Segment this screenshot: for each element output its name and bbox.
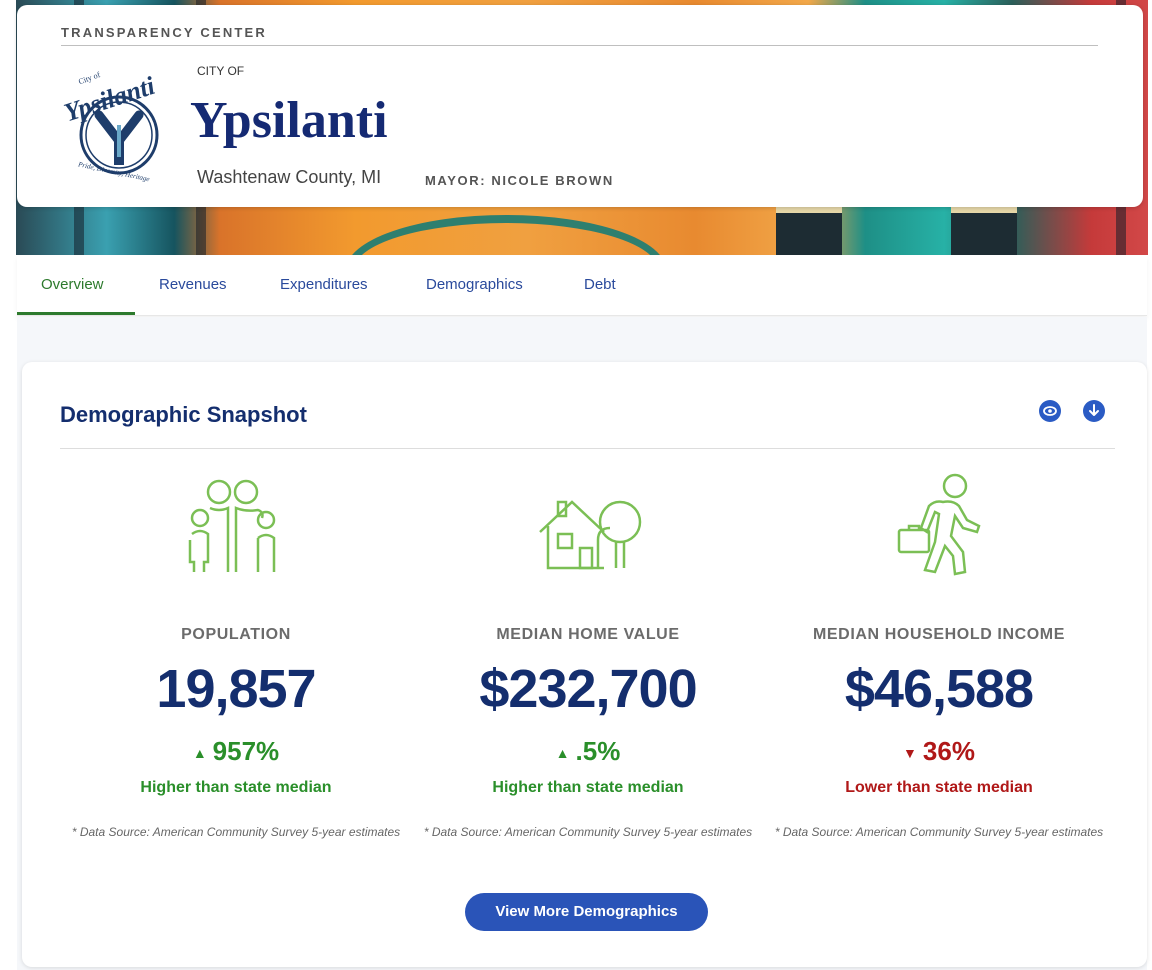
panel-title: Demographic Snapshot (60, 402, 307, 427)
tab-overview[interactable]: Overview (41, 276, 104, 293)
walking-briefcase-icon (897, 473, 981, 576)
mayor-label: MAYOR: NICOLE BROWN (425, 173, 614, 188)
view-more-demographics-button[interactable]: View More Demographics (465, 893, 708, 931)
download-icon[interactable] (1083, 400, 1105, 422)
data-source-note: * Data Source: American Community Survey… (774, 825, 1104, 839)
stat-comparison: Higher than state median (140, 779, 332, 796)
stat-label: POPULATION (181, 626, 291, 643)
stat-change: ▲ 957% (66, 736, 406, 767)
hero-window (776, 207, 842, 255)
stat-value: $232,700 (479, 659, 697, 719)
section-label: TRANSPARENCY CENTER (61, 25, 268, 40)
tab-demographics[interactable]: Demographics (426, 276, 523, 293)
city-header-card: TRANSPARENCY CENTER Ypsilanti City of Pr… (17, 5, 1143, 207)
up-arrow-icon: ▲ (555, 745, 570, 762)
stat-value: $46,588 (844, 659, 1034, 719)
down-arrow-icon: ▼ (903, 745, 917, 762)
data-source-note: * Data Source: American Community Survey… (71, 825, 401, 839)
city-seal-logo: Ypsilanti City of Pride, Diversity, Heri… (61, 70, 160, 183)
data-source-note: * Data Source: American Community Survey… (423, 825, 753, 839)
tab-debt[interactable]: Debt (584, 276, 616, 293)
stat-change-value: .5% (575, 736, 621, 766)
stat-comparison: Lower than state median (845, 779, 1033, 796)
eye-icon-glyph (1043, 406, 1057, 416)
stat-change: ▼ 36% (769, 736, 1109, 767)
house-tree-icon (539, 500, 642, 570)
demographic-snapshot-panel: Demographic Snapshot POPULATION 19,857 ▲… (22, 362, 1147, 967)
tab-expenditures[interactable]: Expenditures (280, 276, 368, 293)
svg-text:City of: City of (77, 70, 101, 86)
stat-median-household-income: MEDIAN HOUSEHOLD INCOME $46,588 ▼ 36% Low… (769, 472, 1109, 842)
stat-change: ▲ .5% (418, 736, 758, 767)
city-of-label: CITY OF (197, 64, 245, 78)
stat-change-value: 957% (212, 736, 280, 766)
header-divider (61, 45, 1098, 46)
panel-divider (60, 448, 1115, 449)
up-arrow-icon: ▲ (192, 745, 207, 762)
hero-window (951, 207, 1017, 255)
active-tab-indicator (17, 312, 135, 315)
tab-revenues[interactable]: Revenues (159, 276, 227, 293)
download-icon-glyph (1089, 404, 1099, 416)
county-label: Washtenaw County, MI (197, 167, 382, 187)
stat-value: 19,857 (156, 659, 316, 719)
stat-change-value: 36% (922, 736, 975, 766)
family-icon (188, 479, 276, 572)
stat-median-home-value: MEDIAN HOME VALUE $232,700 ▲ .5% Higher t… (418, 472, 758, 842)
eye-icon[interactable] (1039, 400, 1061, 422)
stat-label: MEDIAN HOUSEHOLD INCOME (812, 626, 1066, 643)
stat-comparison: Higher than state median (492, 779, 684, 796)
stat-population: POPULATION 19,857 ▲ 957% Higher than stat… (66, 472, 406, 842)
hero-arch (346, 215, 666, 255)
city-name: Ypsilanti (190, 92, 388, 149)
stat-label: MEDIAN HOME VALUE (496, 626, 680, 643)
tab-bar: Overview Revenues Expenditures Demograph… (17, 256, 1147, 316)
